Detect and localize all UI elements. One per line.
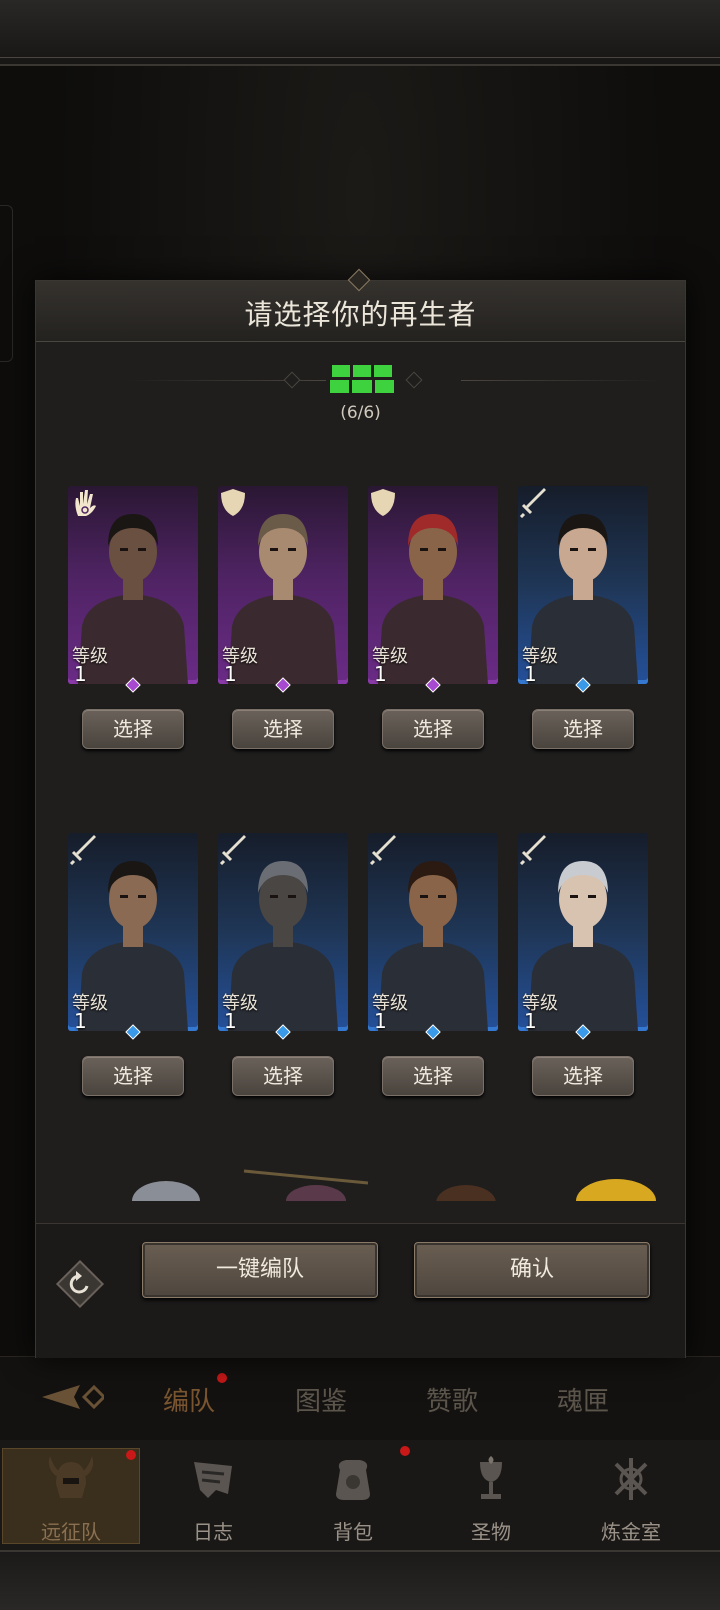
nav-item-relics[interactable]: 圣物 xyxy=(422,1448,560,1544)
nav-item-bag[interactable]: 背包 xyxy=(284,1446,422,1544)
level-value: 1 xyxy=(224,1009,237,1031)
hero-portrait: 等级 1 xyxy=(368,486,498,684)
hero-portrait: 等级 1 xyxy=(68,833,198,1031)
notification-dot xyxy=(217,1373,227,1383)
auto-team-button[interactable]: 一键编队 xyxy=(142,1242,378,1298)
level-value: 1 xyxy=(374,1009,387,1031)
dialog-footer: 一键编队 确认 xyxy=(36,1223,685,1358)
nav-item-journal[interactable]: 日志 xyxy=(144,1448,282,1544)
level-value: 1 xyxy=(74,1009,87,1031)
select-hero-button[interactable]: 选择 xyxy=(532,709,634,749)
scroll-icon xyxy=(194,1462,232,1498)
level-value: 1 xyxy=(74,662,87,684)
confirm-button[interactable]: 确认 xyxy=(414,1242,650,1298)
hero-card[interactable]: 等级 1 xyxy=(218,486,348,693)
notification-dot xyxy=(400,1446,410,1456)
hero-portrait: 等级 1 xyxy=(218,486,348,684)
notification-dot xyxy=(126,1450,136,1460)
sword-icon xyxy=(369,835,396,865)
tab-hymn[interactable]: 赞歌 xyxy=(426,1381,478,1418)
shield-icon xyxy=(221,489,245,516)
select-hero-button[interactable]: 选择 xyxy=(532,1056,634,1096)
rarity-gem-icon xyxy=(575,677,591,693)
next-row-preview xyxy=(68,1161,658,1201)
nav-label: 远征队 xyxy=(41,1520,101,1544)
hero-portrait: 等级 1 xyxy=(68,486,198,684)
select-hero-button[interactable]: 选择 xyxy=(232,709,334,749)
select-hero-button[interactable]: 选择 xyxy=(382,1056,484,1096)
divider xyxy=(461,380,661,381)
background-tab-bar: 编队 图鉴 赞歌 魂匣 xyxy=(0,1356,720,1441)
tab-codex[interactable]: 图鉴 xyxy=(295,1381,347,1418)
nav-item-alchemy[interactable]: 炼金室 xyxy=(562,1448,700,1544)
level-value: 1 xyxy=(374,662,387,684)
select-hero-button[interactable]: 选择 xyxy=(82,1056,184,1096)
hero-card[interactable]: 等级 1 xyxy=(368,833,498,1040)
alchemy-icon xyxy=(614,1458,648,1500)
hero-portrait: 等级 1 xyxy=(218,833,348,1031)
sword-icon xyxy=(519,488,546,518)
nav-label: 圣物 xyxy=(471,1520,511,1544)
divider-ornament xyxy=(283,371,301,389)
rarity-gem-icon xyxy=(125,1024,141,1040)
hero-select-dialog: 请选择你的再生者 (6/6) 等级 1 选择 等级 1 选择 等级 1 选择 等级 1 选择 等级 1 选择… xyxy=(35,268,686,1358)
hero-portrait: 等级 1 xyxy=(518,486,648,684)
shield-icon xyxy=(371,489,395,516)
rarity-gem-icon xyxy=(275,1024,291,1040)
select-hero-button[interactable]: 选择 xyxy=(232,1056,334,1096)
level-value: 1 xyxy=(224,662,237,684)
team-slots-icon xyxy=(330,365,394,393)
hero-card[interactable]: 等级 1 xyxy=(518,833,648,1040)
hero-portrait: 等级 1 xyxy=(368,833,498,1031)
palm-icon xyxy=(75,490,96,516)
dialog-title: 请选择你的再生者 xyxy=(244,298,477,331)
chalice-icon xyxy=(480,1456,502,1499)
hero-card[interactable]: 等级 1 xyxy=(218,833,348,1040)
sword-icon xyxy=(519,835,546,865)
bottom-decor-bar xyxy=(0,1550,720,1610)
nav-label: 背包 xyxy=(333,1520,373,1544)
bag-icon xyxy=(336,1460,370,1500)
nav-label: 日志 xyxy=(193,1520,233,1544)
select-hero-button[interactable]: 选择 xyxy=(382,709,484,749)
helmet-icon xyxy=(48,1456,94,1498)
rarity-gem-icon xyxy=(425,1024,441,1040)
hero-card[interactable]: 等级 1 xyxy=(68,486,198,693)
back-arrow-icon[interactable] xyxy=(40,1379,104,1415)
level-value: 1 xyxy=(524,662,537,684)
hero-card[interactable]: 等级 1 xyxy=(68,833,198,1040)
team-count: (6/6) xyxy=(340,403,381,423)
bottom-nav: 远征队 日志 背包 圣物 炼金室 xyxy=(0,1440,720,1550)
tab-formation[interactable]: 编队 xyxy=(163,1381,215,1418)
nav-item-expedition[interactable]: 远征队 xyxy=(2,1448,140,1544)
select-hero-button[interactable]: 选择 xyxy=(82,709,184,749)
hero-portrait-preview xyxy=(132,1169,656,1201)
undo-button[interactable] xyxy=(54,1258,106,1310)
rarity-gem-icon xyxy=(575,1024,591,1040)
level-value: 1 xyxy=(524,1009,537,1031)
rarity-gem-icon xyxy=(275,677,291,693)
divider-ornament xyxy=(405,371,423,389)
hero-card[interactable]: 等级 1 xyxy=(518,486,648,693)
rarity-gem-icon xyxy=(425,677,441,693)
hero-portrait: 等级 1 xyxy=(518,833,648,1031)
top-bar xyxy=(0,0,720,66)
nav-label: 炼金室 xyxy=(601,1520,661,1544)
sword-icon xyxy=(219,835,246,865)
left-side-panel-edge xyxy=(0,205,13,362)
tab-soul-box[interactable]: 魂匣 xyxy=(557,1381,609,1418)
dialog-header: 请选择你的再生者 xyxy=(36,268,685,342)
rarity-gem-icon xyxy=(125,677,141,693)
hero-card[interactable]: 等级 1 xyxy=(368,486,498,693)
sword-icon xyxy=(69,835,96,865)
